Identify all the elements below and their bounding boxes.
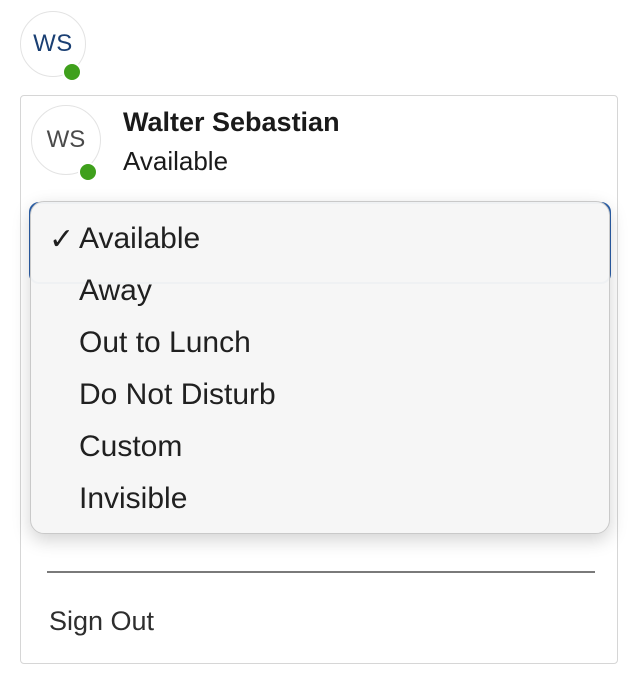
status-option-custom[interactable]: Custom <box>31 424 609 474</box>
checkmark-icon: ✓ <box>49 222 75 257</box>
option-label: Out to Lunch <box>79 326 251 359</box>
divider <box>47 571 595 573</box>
option-label: Do Not Disturb <box>79 378 276 411</box>
option-label: Available <box>79 222 201 255</box>
user-name: Walter Sebastian <box>123 107 340 137</box>
sign-out-link[interactable]: Sign Out <box>49 606 154 637</box>
option-label: Custom <box>79 430 183 463</box>
status-option-do-not-disturb[interactable]: Do Not Disturb <box>31 372 609 422</box>
avatar-initials: WS <box>46 126 86 153</box>
presence-indicator <box>78 162 98 182</box>
status-dropdown-menu: ✓ Available Away Out to Lunch Do Not Dis… <box>30 201 610 534</box>
header-avatar[interactable]: WS <box>20 11 86 82</box>
status-option-invisible[interactable]: Invisible <box>31 476 609 526</box>
presence-indicator <box>62 62 82 82</box>
option-label: Invisible <box>79 482 188 515</box>
user-status: Available <box>123 146 229 176</box>
status-option-away[interactable]: Away <box>31 268 609 318</box>
status-option-available[interactable]: ✓ Available <box>31 216 609 266</box>
option-label: Away <box>79 274 152 307</box>
profile-avatar: WS <box>31 105 101 182</box>
avatar-initials: WS <box>33 30 73 57</box>
status-option-out-to-lunch[interactable]: Out to Lunch <box>31 320 609 370</box>
